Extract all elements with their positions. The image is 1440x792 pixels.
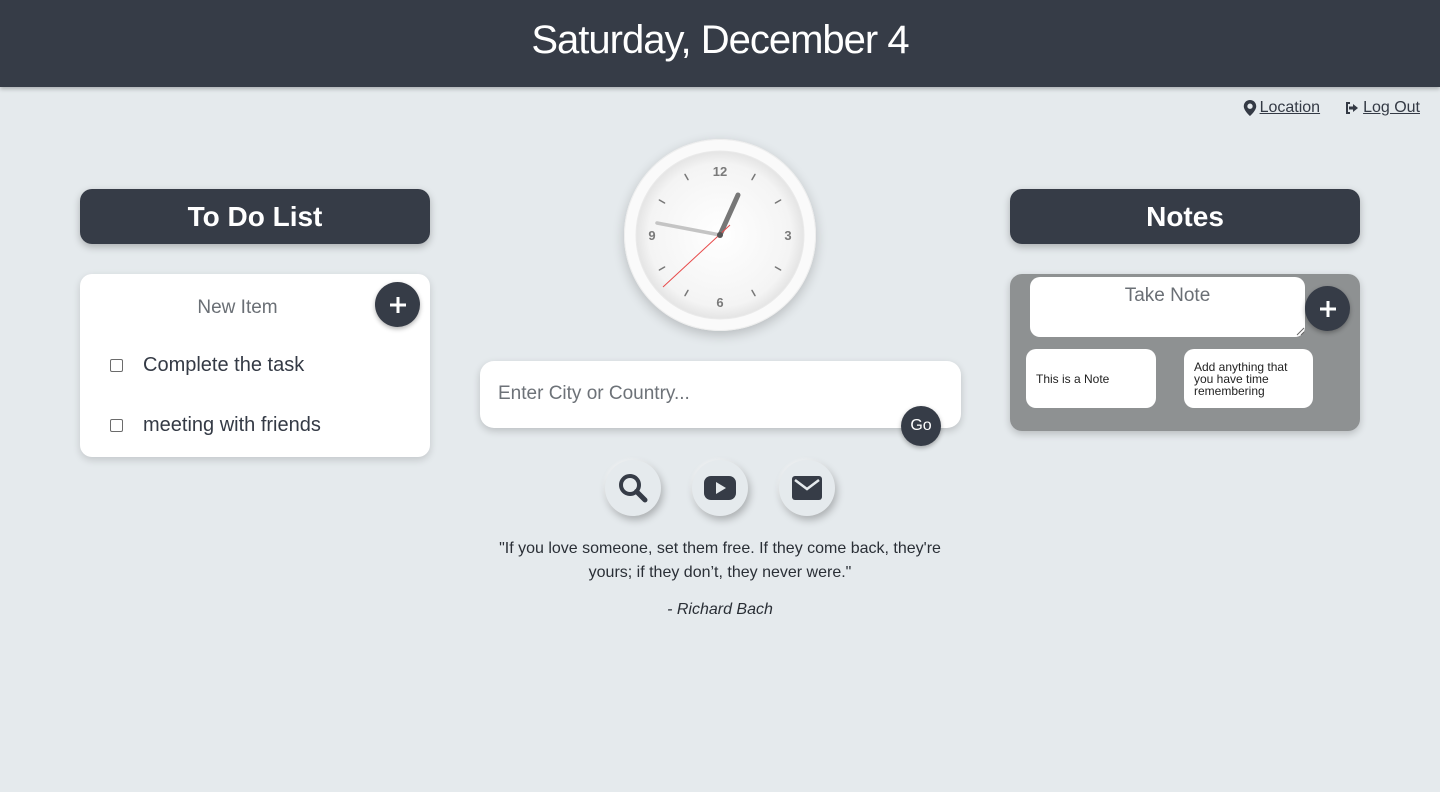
notes-title: Notes — [1010, 189, 1360, 244]
todo-item-label: meeting with friends — [143, 414, 321, 436]
location-link[interactable]: Location — [1243, 99, 1321, 117]
location-link-label: Location — [1259, 99, 1321, 116]
todo-title: To Do List — [80, 189, 430, 244]
add-note-button[interactable] — [1305, 286, 1350, 331]
note-card[interactable]: Add anything that you have time remember… — [1184, 349, 1313, 408]
clock-center — [717, 232, 723, 238]
logout-link-label: Log Out — [1363, 99, 1420, 116]
todo-checkbox[interactable] — [110, 359, 123, 372]
clock-numeral-12: 12 — [713, 164, 727, 179]
date-title: Saturday, December 4 — [531, 18, 909, 62]
logout-link[interactable]: Log Out — [1344, 99, 1420, 117]
mail-button[interactable] — [779, 460, 835, 516]
header-bar: Saturday, December 4 — [0, 0, 1440, 87]
add-todo-button[interactable] — [375, 282, 420, 327]
go-button[interactable]: Go — [901, 406, 941, 446]
todo-item: Complete the task — [110, 354, 304, 377]
todo-card: Complete the task meeting with friends — [80, 274, 430, 457]
clock-face: 12 3 6 9 — [635, 150, 805, 320]
note-text: This is a Note — [1036, 371, 1110, 386]
clock-numeral-3: 3 — [784, 228, 791, 243]
envelope-icon — [792, 476, 822, 500]
map-marker-icon — [1243, 100, 1256, 116]
city-search-input[interactable] — [498, 379, 898, 409]
clock-numeral-6: 6 — [716, 295, 723, 310]
notes-card: This is a Note Add anything that you hav… — [1010, 274, 1360, 431]
note-card[interactable]: This is a Note — [1026, 349, 1156, 408]
todo-item-label: Complete the task — [143, 354, 305, 376]
new-item-input[interactable] — [100, 290, 375, 326]
plus-icon — [389, 296, 406, 313]
quote-author: - Richard Bach — [667, 601, 773, 618]
city-search-box: Go — [480, 361, 961, 446]
youtube-button[interactable] — [692, 460, 748, 516]
search-button[interactable] — [605, 460, 661, 516]
resize-grip-icon[interactable] — [1295, 326, 1305, 336]
top-links: Location Log Out — [1243, 99, 1420, 117]
search-icon — [619, 474, 648, 503]
clock-numeral-9: 9 — [648, 228, 655, 243]
quote-text: "If you love someone, set them free. If … — [499, 540, 941, 581]
note-text: Add anything that you have time remember… — [1194, 360, 1288, 398]
sign-out-icon — [1346, 102, 1359, 114]
todo-item: meeting with friends — [110, 414, 321, 437]
analog-clock: 12 3 6 9 — [624, 139, 816, 331]
youtube-icon — [704, 476, 736, 500]
todo-checkbox[interactable] — [110, 419, 123, 432]
take-note-input[interactable] — [1030, 277, 1305, 337]
plus-icon — [1319, 300, 1336, 317]
